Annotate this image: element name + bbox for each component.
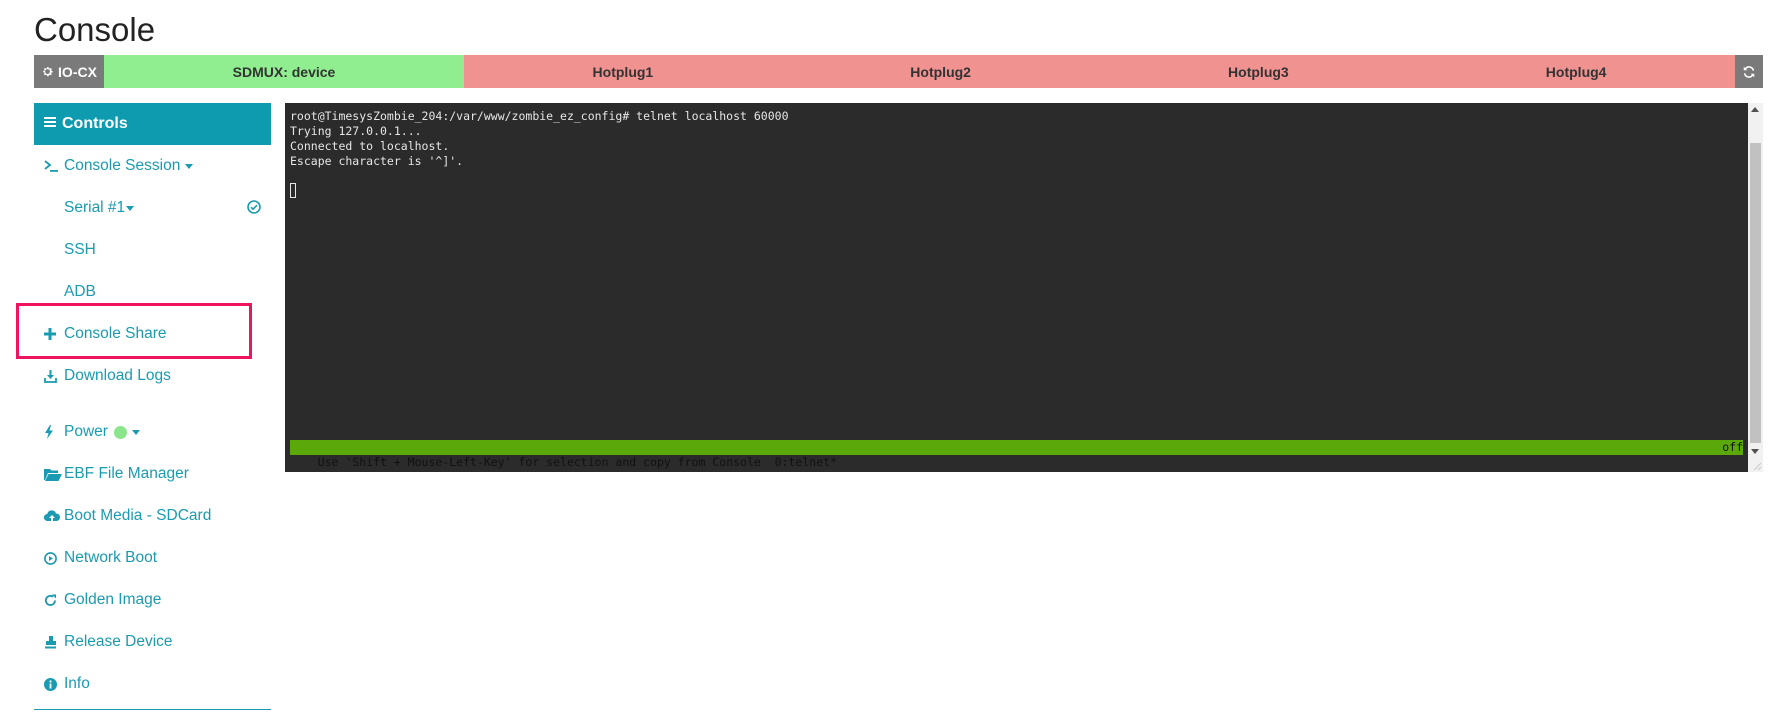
info-item[interactable]: Info xyxy=(34,663,271,705)
controls-sidebar: Controls Console Session Serial #1 SSH A… xyxy=(34,103,271,710)
boot-media-item[interactable]: Boot Media - SDCard xyxy=(34,495,271,537)
serial-label: Serial #1 xyxy=(64,199,126,216)
folder-open-icon xyxy=(44,468,62,481)
hotplug-1[interactable]: Hotplug1 xyxy=(464,55,782,88)
adb-label: ADB xyxy=(64,283,96,300)
network-boot-item[interactable]: Network Boot xyxy=(34,537,271,579)
terminal-line: Escape character is '^]'. xyxy=(290,154,464,168)
scroll-up-icon[interactable] xyxy=(1751,107,1759,112)
resize-grip-icon[interactable] xyxy=(1752,461,1762,471)
controls-label: Controls xyxy=(62,115,128,132)
hotplug-3[interactable]: Hotplug3 xyxy=(1099,55,1418,88)
controls-header[interactable]: Controls xyxy=(34,103,271,145)
scroll-thumb[interactable] xyxy=(1750,143,1761,443)
console-share-item[interactable]: Console Share xyxy=(34,313,271,355)
ebf-file-manager-label: EBF File Manager xyxy=(64,465,189,482)
terminal-line: root@TimesysZombie_204:/var/www/zombie_e… xyxy=(290,109,789,123)
device-status-bar: IO-CX SDMUX: device Hotplug1 Hotplug2 Ho… xyxy=(34,55,1763,88)
adb-session-item[interactable]: ADB xyxy=(34,271,271,313)
device-settings-button[interactable]: IO-CX xyxy=(34,55,104,88)
chevron-down-icon xyxy=(131,429,140,435)
terminal-cursor xyxy=(290,183,296,198)
page-title: Console xyxy=(34,11,156,48)
terminal-status-bar: Use 'Shift + Mouse-Left-Key' for selecti… xyxy=(290,440,1743,469)
download-icon xyxy=(44,369,62,383)
golden-image-label: Golden Image xyxy=(64,591,162,608)
console-session-label: Console Session xyxy=(64,157,181,174)
refresh-icon xyxy=(1742,65,1756,79)
cloud-upload-icon xyxy=(44,509,62,523)
console-terminal[interactable]: root@TimesysZombie_204:/var/www/zombie_e… xyxy=(285,103,1763,472)
sdmux-status[interactable]: SDMUX: device xyxy=(104,55,464,88)
scroll-down-icon[interactable] xyxy=(1751,449,1759,454)
ssh-session-item[interactable]: SSH xyxy=(34,229,271,271)
ebf-file-manager-item[interactable]: EBF File Manager xyxy=(34,453,271,495)
terminal-line: Trying 127.0.0.1... xyxy=(290,124,422,138)
eject-icon xyxy=(44,635,62,649)
hotplug-4[interactable]: Hotplug4 xyxy=(1417,55,1735,88)
info-icon xyxy=(44,677,62,691)
download-logs-label: Download Logs xyxy=(64,367,171,384)
network-boot-label: Network Boot xyxy=(64,549,158,566)
device-label: IO-CX xyxy=(58,63,97,80)
console-share-label: Console Share xyxy=(64,325,167,342)
refresh-icon xyxy=(44,594,62,607)
chevron-down-icon xyxy=(126,205,135,211)
terminal-icon xyxy=(44,160,62,172)
download-logs-item[interactable]: Download Logs xyxy=(34,355,271,397)
serial-session-item[interactable]: Serial #1 xyxy=(34,187,271,229)
golden-image-item[interactable]: Golden Image xyxy=(34,579,271,621)
release-device-item[interactable]: Release Device xyxy=(34,621,271,663)
info-label: Info xyxy=(64,675,90,692)
gear-icon xyxy=(41,65,54,78)
console-session-dropdown[interactable]: Console Session xyxy=(34,145,271,187)
terminal-output: root@TimesysZombie_204:/var/www/zombie_e… xyxy=(290,109,789,169)
terminal-line: Connected to localhost. xyxy=(290,139,450,153)
terminal-status-left: Use 'Shift + Mouse-Left-Key' for selecti… xyxy=(317,455,837,469)
refresh-button[interactable] xyxy=(1735,55,1763,88)
power-dropdown[interactable]: Power xyxy=(34,411,271,453)
terminal-scrollbar[interactable] xyxy=(1748,103,1763,472)
power-label: Power xyxy=(64,423,108,440)
sidebar-divider xyxy=(34,709,271,710)
check-circle-icon xyxy=(247,200,261,214)
ssh-label: SSH xyxy=(64,241,96,258)
power-status-dot xyxy=(113,425,127,439)
menu-icon xyxy=(44,115,56,133)
hotplug-2[interactable]: Hotplug2 xyxy=(781,55,1100,88)
plus-icon xyxy=(44,328,62,340)
terminal-status-right: off xyxy=(1722,440,1743,454)
lightning-icon xyxy=(44,425,62,439)
play-circle-icon xyxy=(44,551,62,565)
chevron-down-icon xyxy=(185,163,194,169)
release-device-label: Release Device xyxy=(64,633,173,650)
boot-media-label: Boot Media - SDCard xyxy=(64,507,212,524)
